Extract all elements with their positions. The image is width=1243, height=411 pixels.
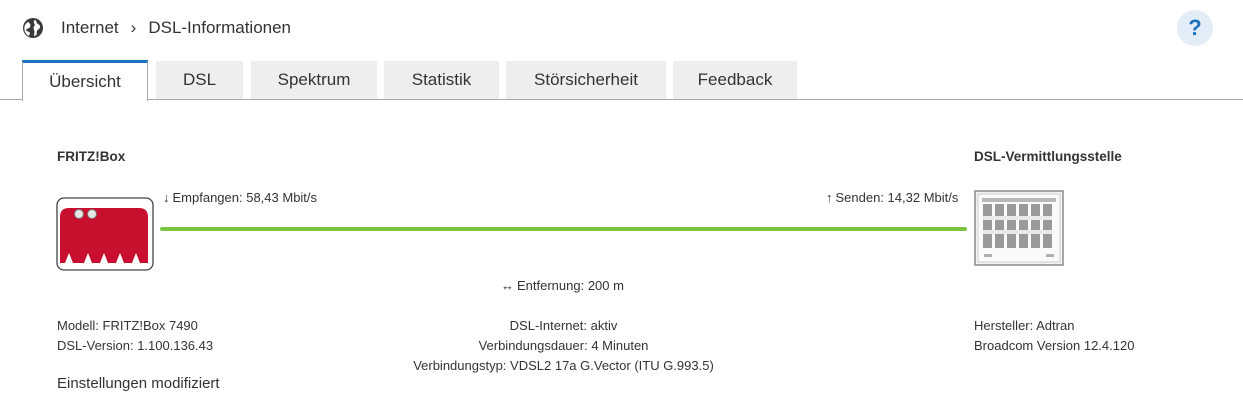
dsl-exchange-image: [974, 190, 1064, 266]
tab-uebersicht[interactable]: Übersicht: [22, 60, 148, 101]
breadcrumb-dsl-informationen: DSL-Informationen: [148, 18, 292, 37]
manufacturer-info: Hersteller: Adtran: [974, 318, 1075, 333]
dsl-internet-status: DSL-Internet: aktiv: [509, 318, 618, 333]
fritzbox-title: FRITZ!Box: [57, 149, 126, 164]
fritzbox-info: Modell: FRITZ!Box 7490 DSL-Version: 1.10…: [57, 316, 213, 356]
connection-type: Verbindungstyp: VDSL2 17a G.Vector (ITU …: [413, 358, 714, 373]
fritzbox-device-image: [56, 197, 154, 271]
breadcrumb: Internet › DSL-Informationen: [22, 15, 291, 41]
exchange-title: DSL-Vermittlungsstelle: [974, 149, 1122, 164]
dsl-version-info: DSL-Version: 1.100.136.43: [57, 338, 214, 353]
tab-feedback[interactable]: Feedback: [673, 61, 797, 99]
help-icon: ?: [1188, 15, 1202, 40]
tab-dsl[interactable]: DSL: [156, 61, 243, 99]
broadcom-version-info: Broadcom Version 12.4.120: [974, 338, 1135, 353]
downstream-rate: ↓ Empfangen: 58,43 Mbit/s: [163, 190, 318, 205]
settings-modified-link[interactable]: Einstellungen modifiziert: [57, 375, 220, 392]
tab-bar: Übersicht DSL Spektrum Statistik Störsic…: [0, 60, 1243, 101]
exchange-info: Hersteller: Adtran Broadcom Version 12.4…: [974, 316, 1134, 356]
double-arrow-icon: ↔: [501, 278, 514, 293]
tab-spektrum[interactable]: Spektrum: [251, 61, 377, 99]
breadcrumb-internet[interactable]: Internet: [61, 18, 119, 38]
connection-info: DSL-Internet: aktiv Verbindungsdauer: 4 …: [400, 316, 727, 376]
arrow-up-icon: ↑: [826, 190, 833, 205]
upstream-rate: ↑ Senden: 14,32 Mbit/s: [826, 190, 959, 205]
tab-statistik[interactable]: Statistik: [384, 61, 499, 99]
dsl-link-line: [160, 227, 967, 231]
globe-icon: [23, 18, 43, 38]
tab-stoersicherheit[interactable]: Störsicherheit: [506, 61, 666, 99]
distance-info: ↔ Entfernung: 200 m: [501, 278, 624, 293]
chevron-right-icon: ›: [130, 18, 137, 37]
connection-duration: Verbindungsdauer: 4 Minuten: [478, 338, 649, 353]
arrow-down-icon: ↓: [163, 190, 170, 205]
help-button[interactable]: ?: [1177, 10, 1213, 46]
model-info: Modell: FRITZ!Box 7490: [57, 318, 198, 333]
